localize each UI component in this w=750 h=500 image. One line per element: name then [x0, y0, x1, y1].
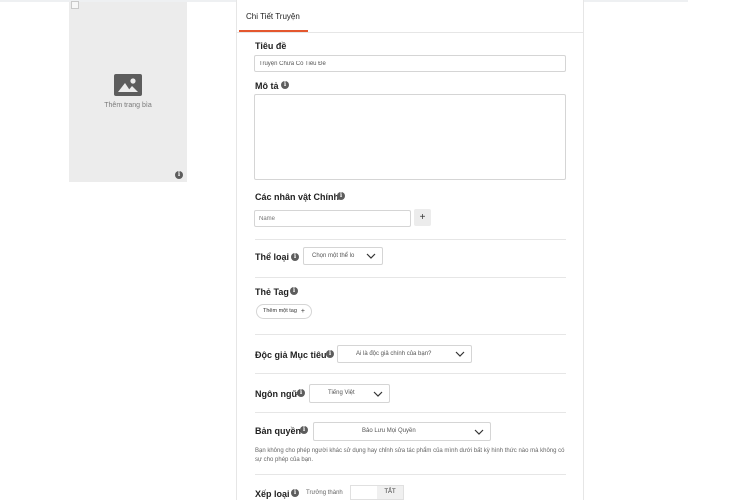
language-label: Ngôn ngữ — [255, 389, 299, 399]
info-icon[interactable]: i — [291, 489, 299, 497]
language-value: Tiếng Việt — [328, 390, 355, 396]
genre-label: Thể loại — [255, 252, 290, 262]
divider — [255, 334, 566, 335]
description-label: Mô tả — [255, 81, 279, 91]
add-tag-button[interactable]: Thêm một tag + — [256, 304, 312, 319]
story-details-form: Chi Tiết Truyện Tiêu đề Mô tả i Các nhân… — [236, 0, 584, 500]
info-icon[interactable]: i — [300, 426, 308, 434]
divider — [255, 239, 566, 240]
chevron-down-icon — [474, 429, 484, 435]
title-input[interactable] — [254, 55, 566, 72]
tab-story-details[interactable]: Chi Tiết Truyện — [246, 12, 300, 21]
cover-upload-panel[interactable]: Thêm trang bìa i — [69, 1, 187, 182]
plus-icon: + — [300, 308, 305, 315]
rating-text: Trưởng thành — [306, 490, 343, 496]
copyright-label: Bản quyền — [255, 426, 302, 436]
divider — [255, 277, 566, 278]
characters-label: Các nhân vật Chính — [255, 192, 340, 202]
audience-select[interactable]: Ai là độc giả chính của bạn? — [337, 345, 472, 363]
chevron-down-icon — [373, 391, 383, 397]
add-character-button[interactable]: + — [414, 209, 431, 226]
character-name-input[interactable] — [254, 210, 411, 227]
copyright-value: Bảo Lưu Mọi Quyền — [362, 428, 416, 434]
image-icon — [114, 74, 142, 96]
info-icon[interactable]: i — [291, 253, 299, 261]
mature-toggle[interactable]: TẮT — [350, 485, 404, 500]
tab-divider — [237, 32, 583, 33]
info-icon[interactable]: i — [337, 192, 345, 200]
chevron-down-icon — [455, 351, 465, 357]
chevron-down-icon — [366, 253, 376, 259]
divider — [255, 373, 566, 374]
broken-image-icon — [71, 1, 79, 9]
info-icon[interactable]: i — [326, 350, 334, 358]
copyright-help-text: Bạn không cho phép người khác sử dụng ha… — [255, 448, 565, 463]
audience-label: Độc giả Mục tiêu — [255, 350, 327, 360]
toggle-off-label: TẮT — [377, 486, 403, 499]
info-icon[interactable]: i — [281, 81, 289, 89]
description-textarea[interactable] — [254, 94, 566, 180]
copyright-select[interactable]: Bảo Lưu Mọi Quyền — [313, 422, 491, 441]
info-icon[interactable]: i — [290, 287, 298, 295]
info-icon[interactable]: i — [175, 171, 183, 179]
tags-label: Thẻ Tag — [255, 287, 289, 297]
divider — [255, 412, 566, 413]
info-icon[interactable]: i — [297, 389, 305, 397]
audience-value: Ai là độc giả chính của bạn? — [356, 351, 432, 357]
divider — [255, 474, 566, 475]
title-label: Tiêu đề — [255, 41, 287, 51]
add-tag-label: Thêm một tag — [263, 308, 297, 314]
genre-select[interactable]: Chọn một thể lo — [303, 247, 383, 265]
language-select[interactable]: Tiếng Việt — [309, 384, 390, 403]
rating-label: Xếp loại — [255, 489, 290, 499]
add-cover-label: Thêm trang bìa — [104, 102, 152, 109]
genre-value: Chọn một thể lo — [312, 253, 355, 259]
